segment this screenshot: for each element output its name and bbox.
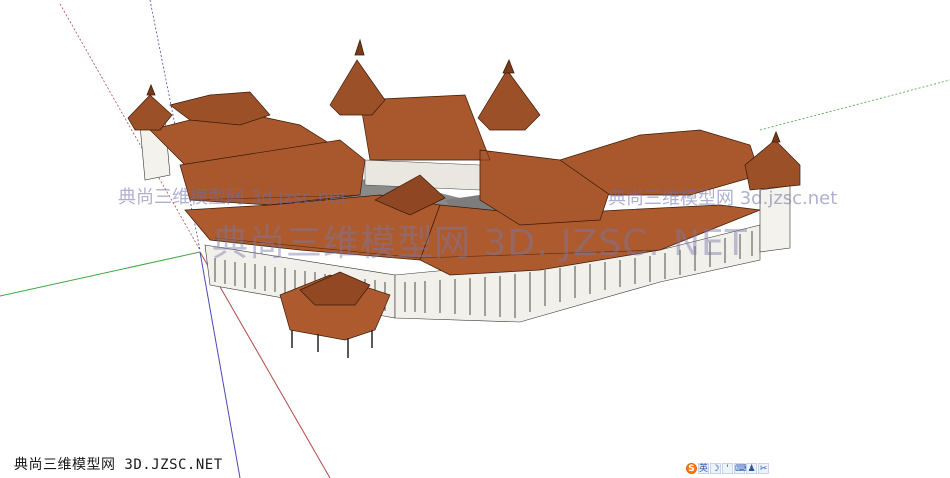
3d-model-scene[interactable] xyxy=(0,0,950,478)
sogou-logo-icon[interactable]: S xyxy=(686,462,697,474)
center-tower-right-roof xyxy=(477,69,541,131)
right-tower-wall xyxy=(759,185,791,253)
ime-toolbar[interactable]: S 英 ☽ ' ⌨ ♟ ✂ xyxy=(686,462,769,474)
comma-icon[interactable]: ' xyxy=(722,462,733,474)
left-wing-upper-roof xyxy=(169,91,271,126)
green-axis-dashed xyxy=(759,79,950,131)
right-tower-roof xyxy=(744,139,801,191)
sketchup-viewport[interactable]: 典尚三维模型网 3d.jzsc.net 典尚三维模型网 3d.jzsc.net … xyxy=(0,0,950,478)
skin-icon[interactable]: ♟ xyxy=(746,462,757,474)
center-tower-left-roof xyxy=(329,59,386,116)
moon-punctuation-icon[interactable]: ☽ xyxy=(710,462,721,474)
green-axis xyxy=(0,251,201,297)
tools-icon[interactable]: ✂ xyxy=(758,462,769,474)
chinese-mode-icon[interactable]: 英 xyxy=(698,462,709,474)
keyboard-icon[interactable]: ⌨ xyxy=(734,462,748,474)
